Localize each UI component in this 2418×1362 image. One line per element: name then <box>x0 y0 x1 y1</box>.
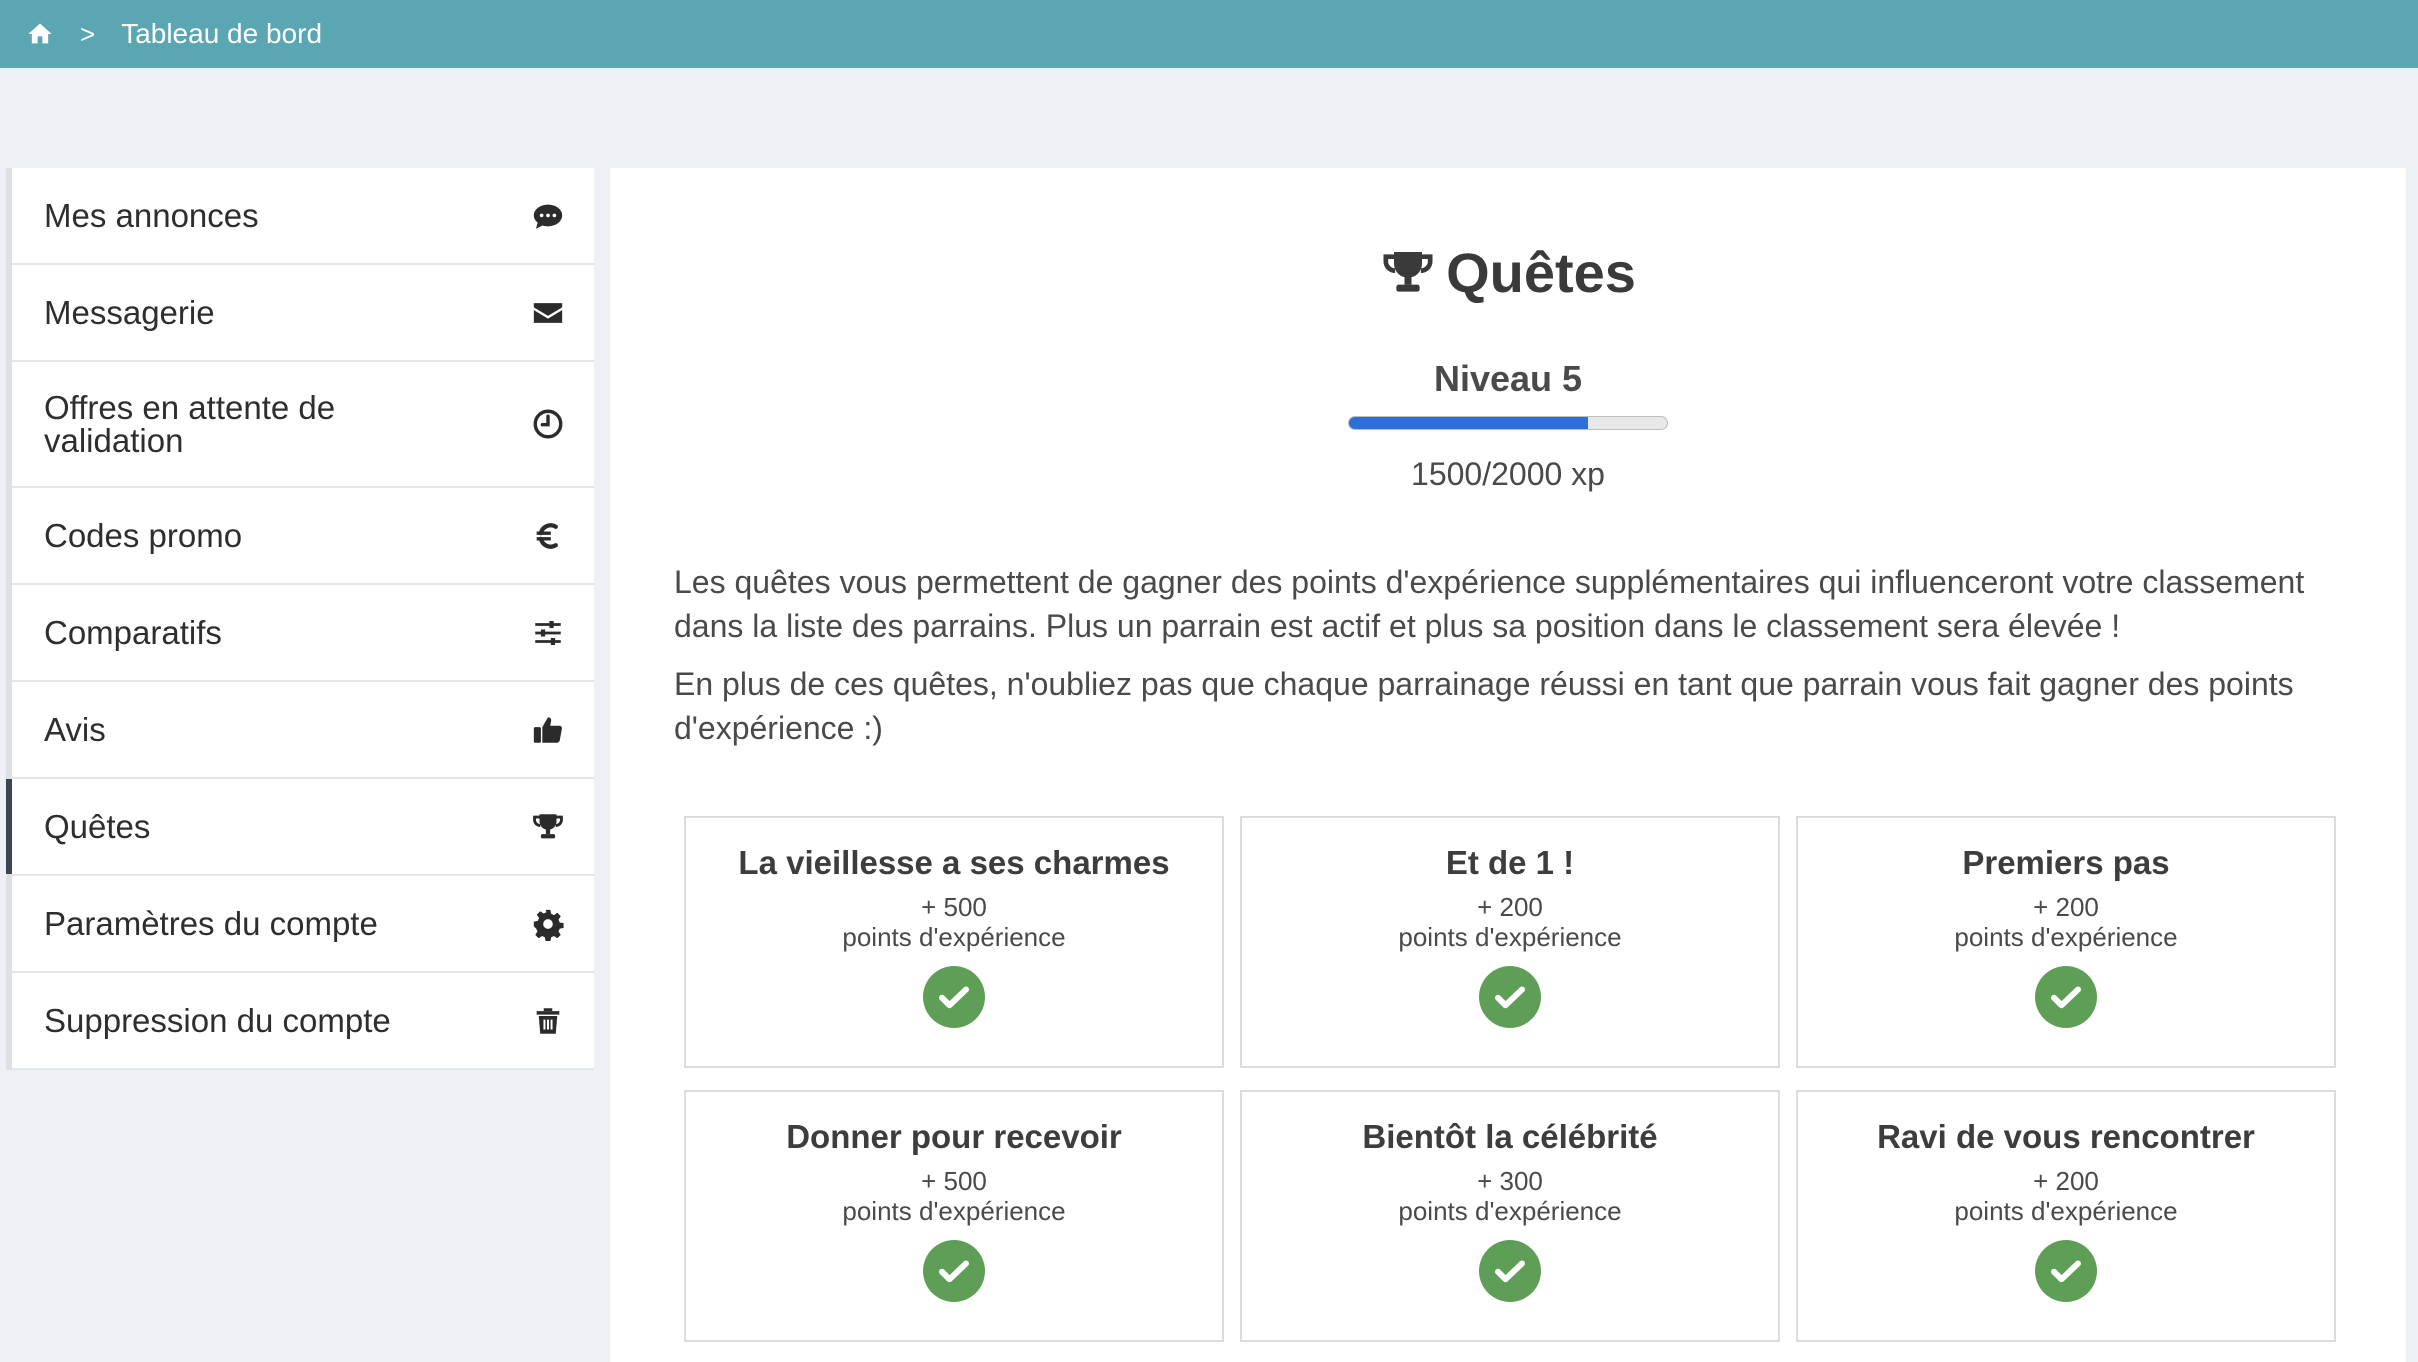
trash-icon <box>530 1003 566 1039</box>
sidebar-item-label: Messagerie <box>44 293 215 331</box>
main-panel: Quêtes Niveau 5 1500/2000 xp Les quêtes … <box>610 168 2406 1362</box>
quest-points: + 500 <box>921 892 987 922</box>
intro-text: Les quêtes vous permettent de gagner des… <box>674 560 2364 764</box>
sidebar-item-label: Offres en attente de validation <box>44 389 336 459</box>
breadcrumb-separator: > <box>80 18 96 49</box>
quest-title: Donner pour recevoir <box>786 1118 1122 1155</box>
quest-points: + 200 <box>1477 892 1543 922</box>
quest-card: La vieillesse a ses charmes + 500 points… <box>684 816 1224 1068</box>
sidebar: Mes annonces Messagerie Offres en attent… <box>6 168 594 1070</box>
quest-points-unit: points d'expérience <box>842 1196 1066 1226</box>
quest-points-unit: points d'expérience <box>1954 1196 2178 1226</box>
quest-title: Ravi de vous rencontrer <box>1877 1118 2255 1155</box>
sliders-icon <box>530 615 566 651</box>
quest-title: Premiers pas <box>1962 844 2170 881</box>
intro-paragraph: En plus de ces quêtes, n'oubliez pas que… <box>674 666 2294 746</box>
quest-card: Et de 1 ! + 200 points d'expérience <box>1240 816 1780 1068</box>
xp-text: 1500/2000 xp <box>1411 456 1605 492</box>
breadcrumb[interactable]: Tableau de bord <box>121 18 322 50</box>
quest-card: Ravi de vous rencontrer + 200 points d'e… <box>1796 1090 2336 1342</box>
xp-progress-bar <box>1348 416 1668 430</box>
trophy-icon <box>530 809 566 845</box>
quest-title: La vieillesse a ses charmes <box>738 844 1170 881</box>
quest-points-unit: points d'expérience <box>842 922 1066 952</box>
level-label: Niveau 5 <box>1433 358 1583 399</box>
clock-icon <box>530 406 566 442</box>
page-title: Quêtes <box>610 240 2406 305</box>
check-circle-icon <box>2035 1240 2097 1302</box>
check-circle-icon <box>2035 966 2097 1028</box>
sidebar-item-label: Quêtes <box>44 807 151 845</box>
quest-card: Bientôt la célébrité + 300 points d'expé… <box>1240 1090 1780 1342</box>
euro-icon <box>530 518 566 554</box>
sidebar-item-parametres[interactable]: Paramètres du compte <box>12 876 594 973</box>
home-icon[interactable] <box>26 20 54 48</box>
check-circle-icon <box>1479 966 1541 1028</box>
page-title-text: Quêtes <box>1446 241 1636 304</box>
sidebar-item-quetes[interactable]: Quêtes <box>6 779 594 876</box>
quest-points: + 500 <box>921 1166 987 1196</box>
sidebar-item-messagerie[interactable]: Messagerie <box>12 265 594 362</box>
thumbs-up-icon <box>530 712 566 748</box>
quest-points-unit: points d'expérience <box>1398 922 1622 952</box>
sidebar-item-label: Paramètres du compte <box>44 904 378 942</box>
xp-progress-fill <box>1349 417 1588 429</box>
sidebar-item-label: Mes annonces <box>44 196 259 234</box>
sidebar-item-label: Codes promo <box>44 516 243 554</box>
intro-paragraph: Les quêtes vous permettent de gagner des… <box>674 564 2305 644</box>
quest-points-unit: points d'expérience <box>1398 1196 1622 1226</box>
check-circle-icon <box>923 966 985 1028</box>
quest-grid: La vieillesse a ses charmes + 500 points… <box>684 816 2350 1342</box>
quest-points: + 200 <box>2033 1166 2099 1196</box>
sidebar-item-avis[interactable]: Avis <box>12 682 594 779</box>
quest-points-unit: points d'expérience <box>1954 922 2178 952</box>
sidebar-item-label: Avis <box>44 710 106 748</box>
gear-icon <box>530 906 566 942</box>
quest-points: + 200 <box>2033 892 2099 922</box>
envelope-icon <box>530 295 566 331</box>
sidebar-item-offres-en-attente[interactable]: Offres en attente de validation <box>12 362 594 488</box>
sidebar-item-label: Comparatifs <box>44 613 222 651</box>
sidebar-item-mes-annonces[interactable]: Mes annonces <box>12 168 594 265</box>
quest-title: Bientôt la célébrité <box>1362 1118 1658 1155</box>
sidebar-item-label: Suppression du compte <box>44 1001 391 1039</box>
top-bar: > Tableau de bord <box>0 0 2418 68</box>
check-circle-icon <box>923 1240 985 1302</box>
quest-card: Premiers pas + 200 points d'expérience <box>1796 816 2336 1068</box>
quest-title: Et de 1 ! <box>1445 844 1575 881</box>
sidebar-item-suppression[interactable]: Suppression du compte <box>12 973 594 1070</box>
comments-icon <box>530 198 566 234</box>
quest-card: Donner pour recevoir + 500 points d'expé… <box>684 1090 1224 1342</box>
quest-points: + 300 <box>1477 1166 1543 1196</box>
sidebar-item-codes-promo[interactable]: Codes promo <box>12 488 594 585</box>
sidebar-item-comparatifs[interactable]: Comparatifs <box>12 585 594 682</box>
trophy-icon <box>1380 245 1436 301</box>
check-circle-icon <box>1479 1240 1541 1302</box>
